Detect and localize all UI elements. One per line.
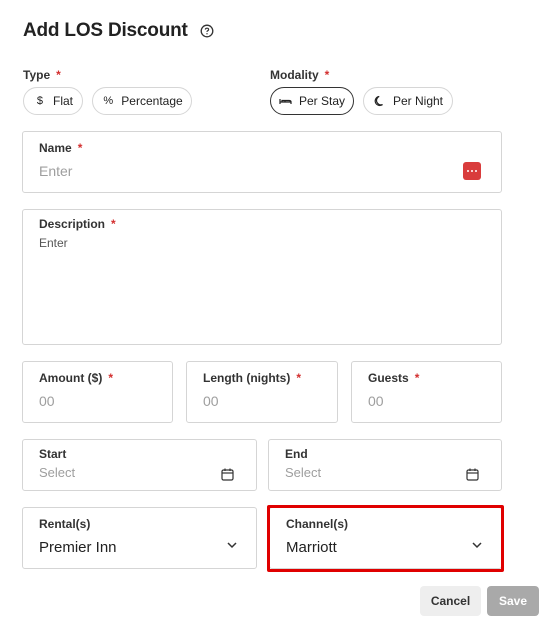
amount-label: Amount ($) * [39,371,113,385]
type-flat-chip[interactable]: $ Flat [23,87,83,115]
amount-label-text: Amount ($) [39,371,103,385]
required-marker: * [111,217,116,231]
end-date-input[interactable]: Select [285,465,321,480]
modality-per-night-chip[interactable]: Per Night [363,87,453,115]
end-date-field[interactable]: End Select [268,439,502,491]
description-textarea[interactable]: Enter [39,236,68,250]
end-label: End [285,447,308,461]
type-label-text: Type [23,68,51,82]
length-label: Length (nights) * [203,371,301,385]
calendar-icon[interactable] [221,468,234,481]
rentals-label: Rental(s) [39,517,91,531]
channels-label: Channel(s) [286,517,349,531]
required-marker: * [56,68,61,82]
name-field[interactable]: Name * Enter [22,131,502,193]
start-date-field[interactable]: Start Select [22,439,257,491]
save-button[interactable]: Save [487,586,539,616]
start-date-input[interactable]: Select [39,465,75,480]
required-marker: * [324,68,330,82]
channels-selected-value: Marriott [286,539,337,556]
rentals-selected-value: Premier Inn [39,539,117,556]
type-flat-label: Flat [52,94,73,108]
calendar-icon[interactable] [466,468,479,481]
type-percentage-label: Percentage [121,94,183,108]
percent-icon: % [103,95,114,107]
amount-input[interactable]: 00 [39,393,55,409]
required-marker: * [296,371,301,385]
modality-per-stay-chip[interactable]: Per Stay [270,87,354,115]
dialog-title: Add LOS Discount [23,20,214,42]
start-label: Start [39,447,67,461]
password-manager-icon[interactable] [463,162,481,180]
modality-per-night-label: Per Night [392,94,444,108]
length-input[interactable]: 00 [203,393,219,409]
help-circle-icon[interactable] [200,24,214,38]
guests-input[interactable]: 00 [368,393,384,409]
type-label: Type * [23,68,61,82]
name-input[interactable]: Enter [39,163,72,179]
modality-label-text: Modality [270,68,319,82]
channels-select[interactable]: Channel(s) Marriott [269,507,502,569]
bed-icon [279,94,293,108]
guests-label: Guests * [368,371,419,385]
name-label: Name * [39,141,82,155]
amount-field[interactable]: Amount ($) * 00 [22,361,173,423]
required-marker: * [77,141,83,155]
guests-field[interactable]: Guests * 00 [351,361,502,423]
name-label-text: Name [39,141,72,155]
description-label: Description * [39,217,116,231]
modality-per-stay-label: Per Stay [298,94,346,108]
required-marker: * [108,371,113,385]
required-marker: * [414,371,420,385]
type-percentage-chip[interactable]: % Percentage [92,87,192,115]
description-label-text: Description [39,217,106,231]
dollar-icon: $ [36,95,44,107]
moon-icon [373,94,387,108]
chevron-down-icon[interactable] [471,541,483,549]
length-label-text: Length (nights) [203,371,291,385]
description-field[interactable]: Description * Enter [22,209,502,345]
modality-label: Modality * [270,68,329,82]
cancel-button[interactable]: Cancel [420,586,481,616]
dialog-title-text: Add LOS Discount [23,20,188,41]
length-field[interactable]: Length (nights) * 00 [186,361,338,423]
rentals-select[interactable]: Rental(s) Premier Inn [22,507,257,569]
guests-label-text: Guests [368,371,409,385]
chevron-down-icon[interactable] [226,541,238,549]
